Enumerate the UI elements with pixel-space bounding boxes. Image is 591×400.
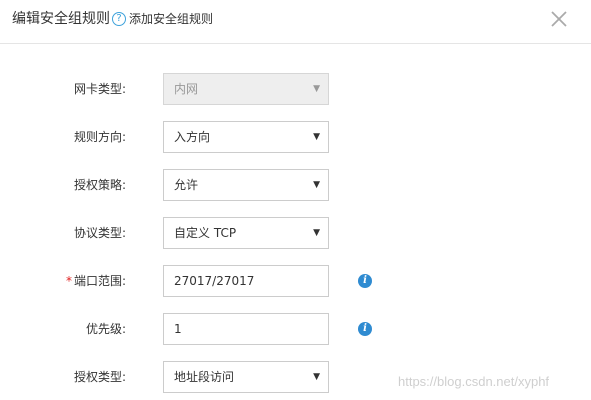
help-link-label: 添加安全组规则 — [129, 12, 214, 26]
caret-down-icon: ▼ — [313, 132, 320, 142]
direction-select[interactable]: 入方向 ▼ — [163, 121, 329, 153]
protocol-row: 协议类型: 自定义 TCP ▼ — [0, 217, 591, 249]
port-range-label: * 端口范围: — [20, 265, 126, 297]
nic-type-select: 内网 ▼ — [163, 73, 329, 105]
dialog-header: 编辑安全组规则 ? 添加安全组规则 — [0, 0, 591, 44]
help-link[interactable]: ? 添加安全组规则 — [112, 10, 213, 28]
dialog-title: 编辑安全组规则 — [12, 11, 110, 27]
info-icon[interactable]: i — [358, 274, 372, 288]
policy-value: 允许 — [174, 178, 199, 192]
caret-down-icon: ▼ — [313, 228, 320, 238]
nic-type-row: 网卡类型: 内网 ▼ — [0, 73, 591, 105]
policy-label: 授权策略: — [73, 178, 126, 192]
auth-type-label: 授权类型: — [73, 370, 126, 384]
auth-type-select[interactable]: 地址段访问 ▼ — [163, 361, 329, 393]
info-icon[interactable]: i — [358, 322, 372, 336]
priority-input[interactable] — [163, 313, 329, 345]
caret-down-icon: ▼ — [313, 372, 320, 382]
priority-label: 优先级: — [85, 322, 126, 336]
close-icon[interactable] — [548, 8, 570, 30]
caret-down-icon: ▼ — [313, 180, 320, 190]
watermark: https://blog.csdn.net/xyphf — [398, 374, 550, 389]
auth-type-value: 地址段访问 — [174, 370, 235, 384]
question-circle-icon: ? — [112, 12, 126, 26]
port-range-row: *端口范围: i — [0, 265, 591, 297]
port-range-label-text: 端口范围: — [73, 274, 126, 288]
policy-row: 授权策略: 允许 ▼ — [0, 169, 591, 201]
direction-row: 规则方向: 入方向 ▼ — [0, 121, 591, 153]
required-mark: * — [65, 274, 72, 288]
priority-row: 优先级: i — [0, 313, 591, 345]
direction-label: 规则方向: — [73, 130, 126, 144]
protocol-label: 协议类型: — [73, 226, 126, 240]
nic-type-value: 内网 — [174, 82, 199, 96]
caret-down-icon: ▼ — [313, 84, 320, 94]
nic-type-label: 网卡类型: — [73, 82, 126, 96]
direction-value: 入方向 — [174, 130, 211, 144]
protocol-select[interactable]: 自定义 TCP ▼ — [163, 217, 329, 249]
port-range-input[interactable] — [163, 265, 329, 297]
policy-select[interactable]: 允许 ▼ — [163, 169, 329, 201]
protocol-value: 自定义 TCP — [174, 226, 237, 240]
